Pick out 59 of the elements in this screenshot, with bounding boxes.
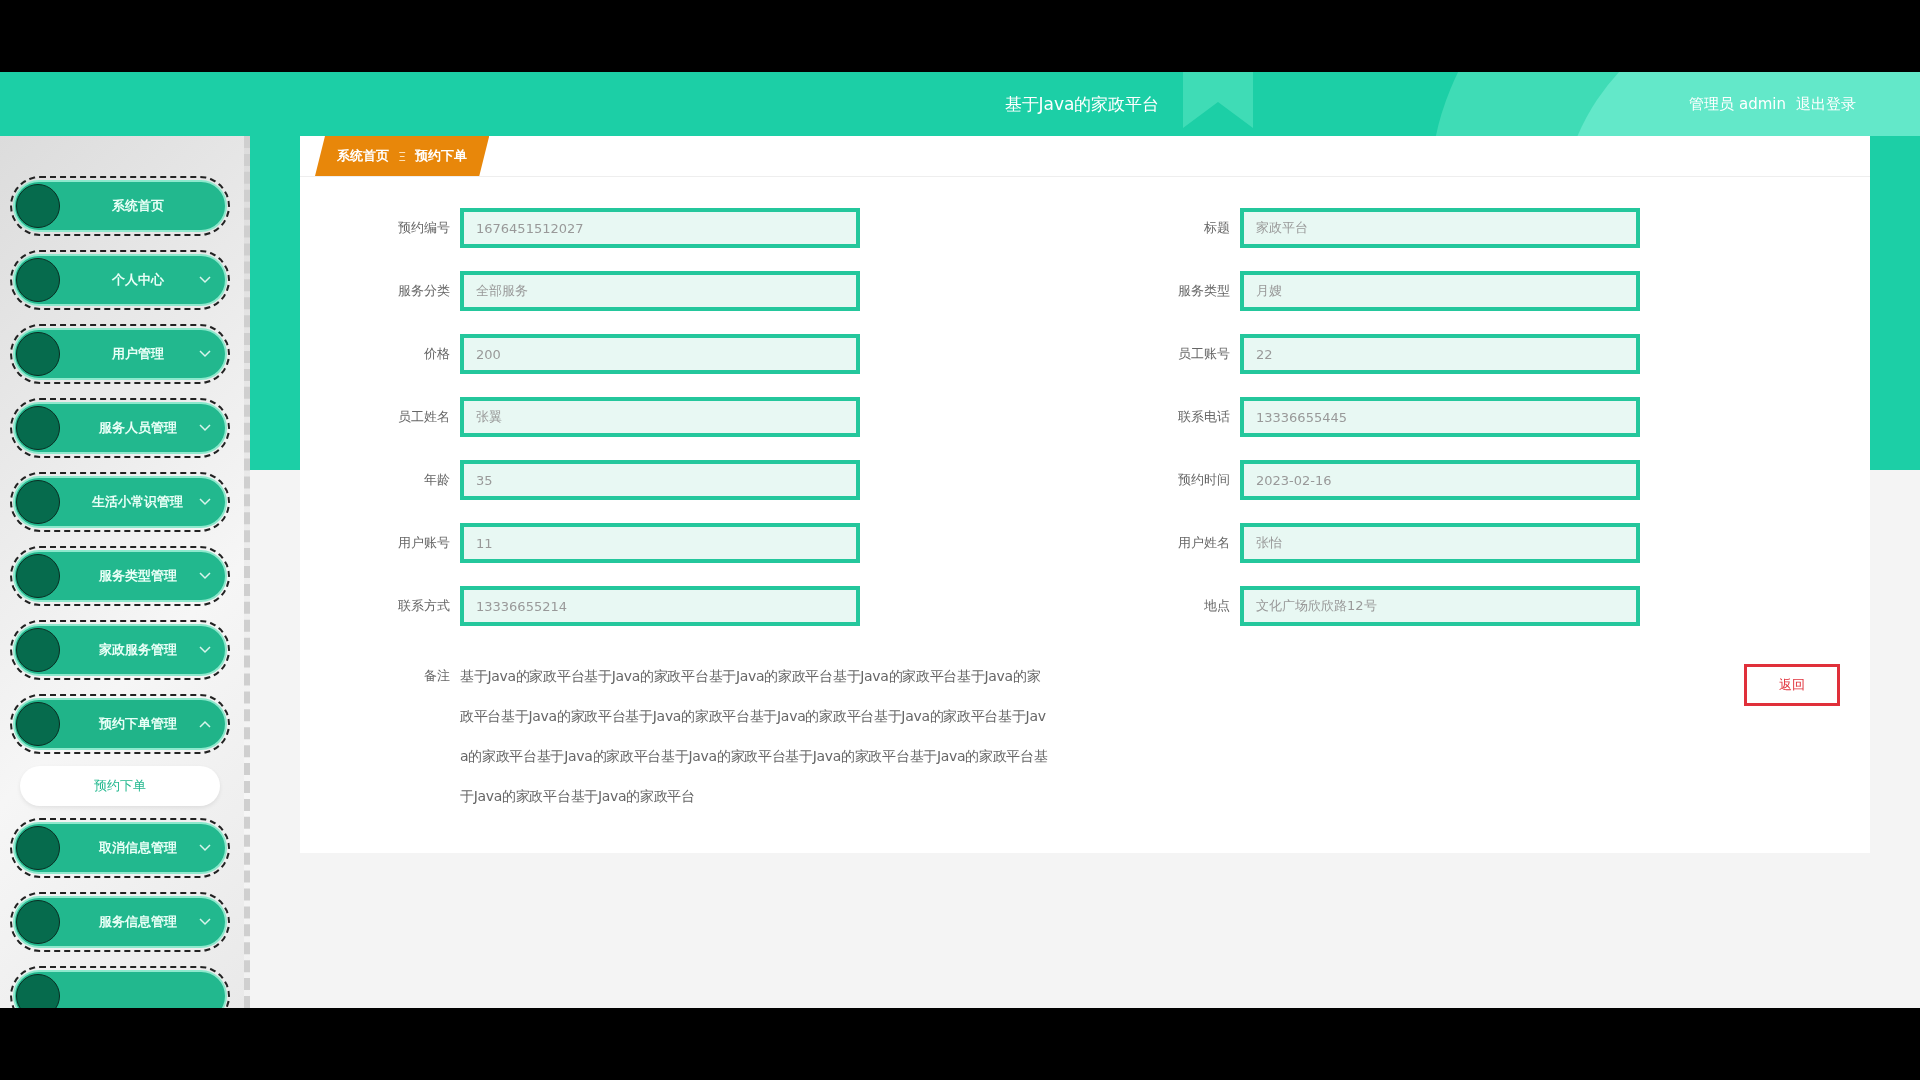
chevron-icon (199, 646, 211, 654)
input-field[interactable]: 张怡 (1240, 523, 1640, 563)
field-label: 用户账号 (397, 534, 450, 552)
input-field[interactable]: 35 (460, 460, 860, 500)
menu-item[interactable]: 预约下单管理 (15, 700, 225, 748)
chevron-icon (199, 918, 211, 926)
back-button[interactable]: 返回 (1744, 664, 1840, 706)
chevron-icon (199, 720, 211, 728)
menu-item[interactable]: 服务人员管理 (15, 404, 225, 452)
logout-link[interactable]: 退出登录 (1796, 94, 1856, 114)
chevron-icon (199, 350, 211, 358)
menu-item[interactable] (15, 972, 225, 1008)
field-label: 联系电话 (1177, 408, 1230, 426)
menu-item[interactable]: 系统首页 (15, 182, 225, 230)
field-label: 标题 (1203, 219, 1230, 237)
breadcrumb-current: 预约下单 (415, 147, 468, 165)
app-title: 基于Java的家政平台 (1003, 92, 1161, 116)
chevron-icon (199, 276, 211, 284)
menu-item[interactable]: 生活小常识管理 (15, 478, 225, 526)
field-label: 用户姓名 (1177, 534, 1230, 552)
breadcrumb-link[interactable]: 系统首页 (337, 147, 389, 165)
field-label: 服务分类 (397, 282, 450, 300)
field-label: 员工账号 (1177, 345, 1230, 363)
input-field[interactable]: 13336655445 (1240, 397, 1640, 437)
input-field[interactable]: 2023-02-16 (1240, 460, 1640, 500)
separator-glyph: Ξ (398, 148, 407, 164)
chevron-icon (199, 498, 211, 506)
field-label: 地点 (1203, 597, 1230, 615)
input-field[interactable]: 22 (1240, 334, 1640, 374)
field-label: 预约编号 (397, 219, 450, 237)
input-field[interactable]: 全部服务 (460, 271, 860, 311)
field-label: 联系方式 (397, 597, 450, 615)
menu-item[interactable]: 服务类型管理 (15, 552, 225, 600)
chevron-icon (199, 572, 211, 580)
field-label: 年龄 (423, 471, 450, 489)
input-field[interactable]: 文化广场欣欣路12号 (1240, 586, 1640, 626)
field-label: 员工姓名 (397, 408, 450, 426)
input-field[interactable]: 张翼 (460, 397, 860, 437)
menu-item[interactable]: 家政服务管理 (15, 626, 225, 674)
menu-item[interactable]: 取消信息管理 (15, 824, 225, 872)
bookmark-icon (1183, 72, 1253, 128)
field-label: 价格 (423, 345, 450, 363)
input-field[interactable]: 月嫂 (1240, 271, 1640, 311)
field-label: 服务类型 (1177, 282, 1230, 300)
menu-item[interactable]: 服务信息管理 (15, 898, 225, 946)
remark-text: 基于Java的家政平台基于Java的家政平台基于Java的家政平台基于Java的家政平台基于Java的家政平台基于Java的家政平台基于Java的家政平台基于Java的家政平台基于Java的家政平台基于Java的家政平台基于Java的家政平台基于Java的家政平台基于Java的家政平台基于Java的家政平台基于Java的家政平台基于Java的家政平台 (460, 667, 1049, 806)
chevron-icon (199, 424, 211, 432)
input-field[interactable]: 200 (460, 334, 860, 374)
field-label: 预约时间 (1177, 471, 1230, 489)
input-field[interactable]: 11 (460, 523, 860, 563)
field-label: 备注 (423, 667, 450, 685)
user-label: 管理员 admin (1689, 94, 1786, 114)
menu-item[interactable]: 用户管理 (15, 330, 225, 378)
input-field[interactable]: 1676451512027 (460, 208, 860, 248)
submenu-item[interactable]: 预约下单 (20, 766, 220, 806)
chevron-icon (199, 844, 211, 852)
input-field[interactable]: 13336655214 (460, 586, 860, 626)
menu-item[interactable]: 个人中心 (15, 256, 225, 304)
input-field[interactable]: 家政平台 (1240, 208, 1640, 248)
